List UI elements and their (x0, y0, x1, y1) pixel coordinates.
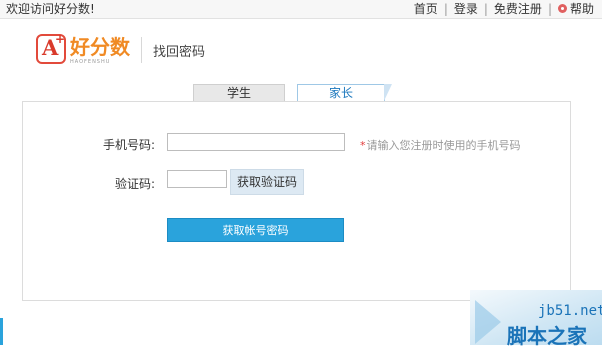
nav-separator: | (483, 2, 488, 16)
nav-separator: | (443, 2, 448, 16)
logo-plus-icon: + (55, 32, 66, 46)
nav-home-link[interactable]: 首页 (414, 0, 438, 18)
phone-hint: *请输入您注册时使用的手机号码 (360, 137, 521, 153)
nav-separator: | (547, 2, 552, 16)
required-star: * (360, 139, 366, 152)
code-input[interactable] (167, 170, 227, 188)
phone-label: 手机号码: (102, 138, 155, 152)
tab-corner-decoration (384, 84, 392, 101)
form-panel: 手机号码: *请输入您注册时使用的手机号码 验证码: 获取验证码 获取帐号密码 (22, 101, 571, 301)
tab-student[interactable]: 学生 (193, 84, 285, 101)
nav-login-link[interactable]: 登录 (454, 0, 478, 18)
top-bar: 欢迎访问好分数! 首页 | 登录 | 免费注册 | 帮助 (0, 0, 602, 19)
welcome-text: 欢迎访问好分数! (6, 2, 95, 16)
header-divider (141, 37, 142, 63)
logo-text: 好分数 (70, 35, 130, 59)
page-title: 找回密码 (153, 45, 206, 60)
left-accent-bar (0, 318, 3, 345)
watermark-arrow-icon (475, 300, 501, 344)
top-nav: 首页 | 登录 | 免费注册 | 帮助 (414, 0, 594, 18)
help-icon (557, 3, 567, 13)
site-logo[interactable]: A + 好分数 HAOFENSHU (36, 32, 132, 68)
get-code-button[interactable]: 获取验证码 (230, 169, 304, 195)
phone-input[interactable] (167, 133, 345, 151)
code-label: 验证码: (114, 177, 155, 191)
tab-parent[interactable]: 家长 (297, 84, 385, 101)
phone-hint-text: 请输入您注册时使用的手机号码 (366, 139, 521, 152)
logo-subtext: HAOFENSHU (70, 59, 111, 65)
watermark-domain: jb51.net (538, 303, 602, 319)
submit-button[interactable]: 获取帐号密码 (167, 218, 344, 242)
nav-help-link[interactable]: 帮助 (570, 0, 594, 18)
nav-register-link[interactable]: 免费注册 (494, 0, 542, 18)
